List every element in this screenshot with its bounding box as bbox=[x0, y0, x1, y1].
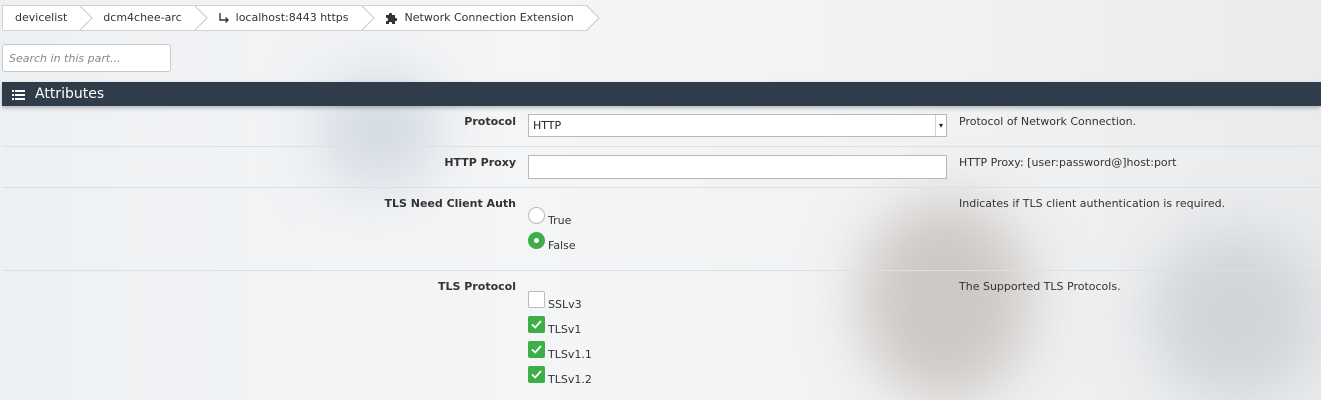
checkmark-icon bbox=[531, 370, 542, 379]
http-proxy-label: HTTP Proxy bbox=[444, 156, 516, 169]
breadcrumb-devicelist[interactable]: devicelist bbox=[2, 5, 82, 31]
puzzle-icon bbox=[385, 11, 399, 25]
list-icon bbox=[12, 89, 25, 100]
search-input[interactable] bbox=[2, 44, 171, 72]
breadcrumb: devicelist dcm4chee-arc localhost:8443 h… bbox=[2, 5, 588, 31]
tls-need-client-auth-row: TLS Need Client Auth True False Indicate… bbox=[2, 188, 1321, 271]
checkbox-label: TLSv1.2 bbox=[548, 373, 592, 386]
tls-protocol-row: TLS Protocol SSLv3 TLSv1 TLSv1.1 TLSv1.2… bbox=[2, 271, 1321, 399]
http-proxy-input[interactable] bbox=[528, 155, 947, 179]
checkbox-label: TLSv1.1 bbox=[548, 348, 592, 361]
checkbox-option-sslv3[interactable]: SSLv3 bbox=[528, 291, 582, 311]
radio-true[interactable] bbox=[528, 207, 545, 224]
protocol-select[interactable]: HTTP ▾ bbox=[528, 114, 947, 137]
radio-false[interactable] bbox=[528, 232, 545, 249]
checkbox-tlsv1-2[interactable] bbox=[528, 366, 545, 383]
protocol-row: Protocol HTTP ▾ Protocol of Network Conn… bbox=[2, 106, 1321, 147]
breadcrumb-label: devicelist bbox=[15, 11, 68, 24]
section-title: Attributes bbox=[35, 86, 105, 102]
attributes-header[interactable]: Attributes bbox=[2, 82, 1321, 106]
checkmark-icon bbox=[531, 345, 542, 354]
radio-label: True bbox=[548, 214, 572, 227]
breadcrumb-device[interactable]: dcm4chee-arc bbox=[81, 5, 196, 31]
checkbox-label: TLSv1 bbox=[548, 323, 582, 336]
breadcrumb-label: Network Connection Extension bbox=[404, 11, 574, 24]
checkbox-label: SSLv3 bbox=[548, 298, 582, 311]
tls-protocol-label: TLS Protocol bbox=[438, 280, 516, 293]
tls-need-client-auth-description: Indicates if TLS client authentication i… bbox=[959, 197, 1226, 210]
checkmark-icon bbox=[531, 320, 542, 329]
protocol-value: HTTP bbox=[533, 119, 562, 132]
checkbox-option-tlsv1-1[interactable]: TLSv1.1 bbox=[528, 341, 592, 361]
radio-option-true[interactable]: True bbox=[528, 207, 572, 227]
http-proxy-description: HTTP Proxy: [user:password@]host:port bbox=[959, 156, 1177, 169]
checkbox-option-tlsv1-2[interactable]: TLSv1.2 bbox=[528, 366, 592, 386]
http-proxy-row: HTTP Proxy HTTP Proxy: [user:password@]h… bbox=[2, 147, 1321, 188]
tls-need-client-auth-label: TLS Need Client Auth bbox=[384, 197, 516, 210]
breadcrumb-label: localhost:8443 https bbox=[235, 11, 349, 24]
radio-label: False bbox=[548, 239, 576, 252]
protocol-description: Protocol of Network Connection. bbox=[959, 115, 1137, 128]
chevron-down-icon[interactable]: ▾ bbox=[935, 115, 946, 136]
checkbox-sslv3[interactable] bbox=[528, 291, 545, 308]
breadcrumb-extension[interactable]: Network Connection Extension bbox=[362, 5, 588, 31]
protocol-label: Protocol bbox=[464, 115, 516, 128]
return-arrow-icon bbox=[218, 12, 230, 24]
tls-protocol-description: The Supported TLS Protocols. bbox=[959, 280, 1121, 293]
checkbox-tlsv1[interactable] bbox=[528, 316, 545, 333]
checkbox-option-tlsv1[interactable]: TLSv1 bbox=[528, 316, 582, 336]
radio-option-false[interactable]: False bbox=[528, 232, 576, 252]
breadcrumb-connection[interactable]: localhost:8443 https bbox=[195, 5, 363, 31]
breadcrumb-label: dcm4chee-arc bbox=[103, 11, 182, 24]
checkbox-tlsv1-1[interactable] bbox=[528, 341, 545, 358]
